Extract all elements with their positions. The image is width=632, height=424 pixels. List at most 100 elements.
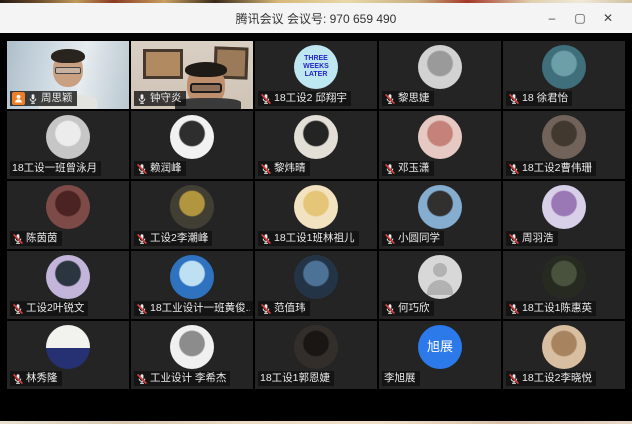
participant-tile[interactable]: 何巧欣 [379, 251, 501, 319]
participant-name-bar: 18工设1班林祖儿 [258, 231, 359, 246]
participant-name-bar: 18工设1郭恩婕 [258, 371, 334, 386]
participant-name-bar: 赖润峰 [134, 161, 186, 176]
participant-tile[interactable]: 周羽浩 [503, 181, 625, 249]
participant-tile[interactable]: 18工设一班曾泳月 [7, 111, 129, 179]
participant-name: 18工设1郭恩婕 [260, 371, 330, 386]
mic-muted-icon [508, 163, 520, 175]
participant-name-bar: 工设2叶锐文 [10, 301, 88, 316]
participant-name-bar: 黎炜晴 [258, 161, 310, 176]
participant-avatar [542, 325, 586, 369]
participant-name: 黎思婕 [398, 91, 430, 106]
mic-muted-icon [384, 303, 396, 315]
mic-muted-icon [12, 373, 24, 385]
participant-tile[interactable]: 工业设计 李希杰 [131, 321, 253, 389]
participant-name: 工设2李潮峰 [150, 231, 208, 246]
maximize-button[interactable]: ▢ [566, 3, 594, 33]
participant-name-bar: 何巧欣 [382, 301, 434, 316]
participant-tile[interactable]: 18工设1陈惠英 [503, 251, 625, 319]
participant-tile[interactable]: 钟守炎 [131, 41, 253, 109]
window-controls: – ▢ ✕ [538, 3, 622, 33]
participant-tile[interactable]: 工设2叶锐文 [7, 251, 129, 319]
participant-name: 周思颖 [41, 91, 73, 106]
participant-grid: 周思颖 钟守炎 THREE WEEKS LATER18工设2 邱翔宇黎思婕 18 徐君… [0, 33, 632, 389]
participant-name: 钟守炎 [150, 91, 182, 106]
participant-name-bar: 18工设2曹伟珊 [506, 161, 596, 176]
mic-muted-icon [384, 93, 396, 105]
participant-tile[interactable]: 旭展李旭展 [379, 321, 501, 389]
participant-avatar: 旭展 [418, 325, 462, 369]
participant-name: 18工设一班曾泳月 [12, 161, 97, 176]
participant-tile[interactable]: 陈茵茵 [7, 181, 129, 249]
participant-name: 18 徐君怡 [522, 91, 568, 106]
mic-muted-icon [12, 303, 24, 315]
participant-avatar [170, 185, 214, 229]
mic-muted-icon [136, 233, 148, 245]
participant-tile[interactable]: 林秀隆 [7, 321, 129, 389]
participant-name-bar: 工业设计 李希杰 [134, 371, 230, 386]
participant-tile[interactable]: 黎炜晴 [255, 111, 377, 179]
participant-name-bar: 18工设一班曾泳月 [10, 161, 101, 176]
participant-name-bar: 钟守炎 [134, 91, 186, 106]
mic-muted-icon [508, 233, 520, 245]
participant-tile[interactable]: 工设2李潮峰 [131, 181, 253, 249]
participant-avatar [542, 115, 586, 159]
participant-tile[interactable]: THREE WEEKS LATER18工设2 邱翔宇 [255, 41, 377, 109]
participant-avatar [170, 255, 214, 299]
participant-avatar [418, 255, 462, 299]
participant-name-bar: 18工设1陈惠英 [506, 301, 596, 316]
mic-muted-icon [136, 163, 148, 175]
meeting-content: 周思颖 钟守炎 THREE WEEKS LATER18工设2 邱翔宇黎思婕 18 徐君… [0, 33, 632, 421]
participant-avatar [542, 45, 586, 89]
mic-muted-icon [260, 233, 272, 245]
participant-name: 18工设2李晓悦 [522, 371, 592, 386]
participant-tile[interactable]: 18 徐君怡 [503, 41, 625, 109]
participant-tile[interactable]: 范值玮 [255, 251, 377, 319]
participant-tile[interactable]: 18工设1郭恩婕 [255, 321, 377, 389]
participant-avatar [294, 255, 338, 299]
participant-name-bar: 黎思婕 [382, 91, 434, 106]
participant-avatar [294, 325, 338, 369]
participant-tile[interactable]: 18工业设计一班黄俊... [131, 251, 253, 319]
close-button[interactable]: ✕ [594, 3, 622, 33]
mic-muted-icon [508, 373, 520, 385]
participant-avatar [418, 45, 462, 89]
mic-muted-icon [260, 163, 272, 175]
mic-muted-icon [508, 93, 520, 105]
participant-tile[interactable]: 黎思婕 [379, 41, 501, 109]
participant-name-bar: 周思颖 [10, 91, 77, 106]
participant-avatar [294, 185, 338, 229]
titlebar[interactable]: 腾讯会议 会议号: 970 659 490 – ▢ ✕ [0, 3, 632, 34]
mic-on-icon [136, 93, 148, 105]
participant-name: 18工业设计一班黄俊... [150, 301, 250, 316]
participant-name: 李旭展 [384, 371, 416, 386]
participant-name: 周羽浩 [522, 231, 554, 246]
mic-muted-icon [384, 233, 396, 245]
participant-tile[interactable]: 周思颖 [7, 41, 129, 109]
participant-name: 邓玉潇 [398, 161, 430, 176]
mic-muted-icon [508, 303, 520, 315]
participant-name-bar: 范值玮 [258, 301, 310, 316]
participant-name: 18工设1陈惠英 [522, 301, 592, 316]
participant-avatar [170, 325, 214, 369]
minimize-button[interactable]: – [538, 3, 566, 33]
participant-tile[interactable]: 18工设2李晓悦 [503, 321, 625, 389]
participant-avatar [46, 325, 90, 369]
participant-tile[interactable]: 18工设1班林祖儿 [255, 181, 377, 249]
participant-tile[interactable]: 18工设2曹伟珊 [503, 111, 625, 179]
participant-tile[interactable]: 小圆同学 [379, 181, 501, 249]
participant-avatar [542, 255, 586, 299]
participant-name-bar: 邓玉潇 [382, 161, 434, 176]
participant-avatar [294, 115, 338, 159]
avatar-text: 旭展 [418, 325, 462, 369]
participant-name-bar: 工设2李潮峰 [134, 231, 212, 246]
participant-name-bar: 18工设2李晓悦 [506, 371, 596, 386]
participant-tile[interactable]: 邓玉潇 [379, 111, 501, 179]
participant-tile[interactable]: 赖润峰 [131, 111, 253, 179]
person-silhouette-icon [433, 263, 447, 277]
participant-name: 赖润峰 [150, 161, 182, 176]
participant-name: 范值玮 [274, 301, 306, 316]
participant-name: 陈茵茵 [26, 231, 58, 246]
participant-name: 工设2叶锐文 [26, 301, 84, 316]
participant-name-bar: 18工业设计一班黄俊... [134, 301, 253, 316]
mic-muted-icon [136, 373, 148, 385]
